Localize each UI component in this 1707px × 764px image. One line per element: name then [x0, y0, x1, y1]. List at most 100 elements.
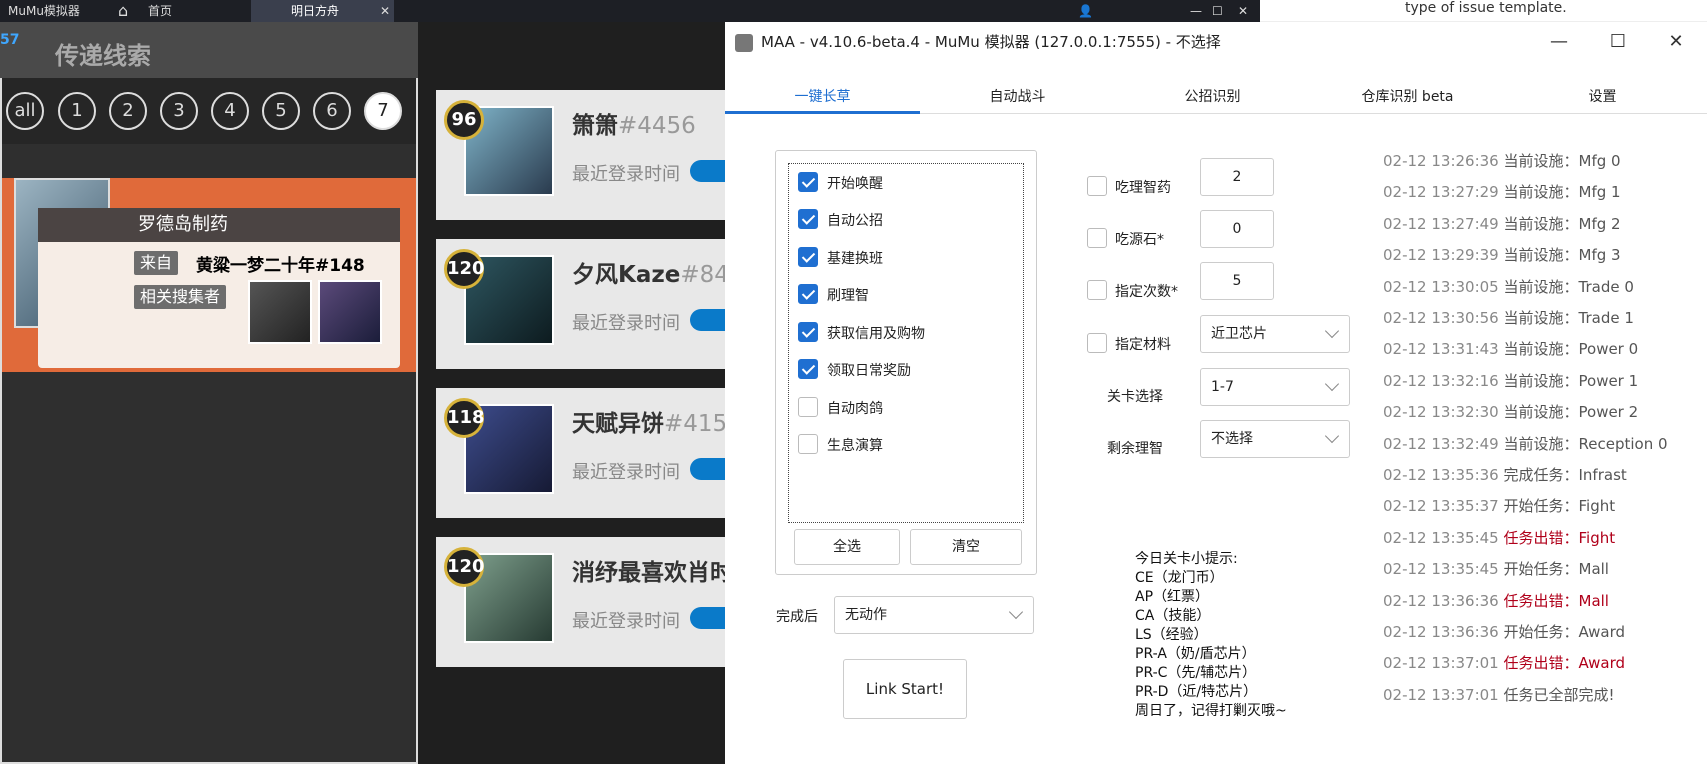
filter-4[interactable]: 4 — [211, 92, 249, 130]
visit-button[interactable] — [690, 160, 730, 182]
clue-title: 罗德岛制药 — [38, 208, 400, 242]
friend-card[interactable]: 120 消纾最喜欢肖时 最近登录时间 — [436, 537, 733, 667]
friend-name: 天赋异饼#4159 — [572, 411, 742, 437]
home-tab[interactable]: 首页 — [148, 0, 172, 22]
task-checkbox[interactable] — [798, 284, 818, 304]
level-badge: 120 — [444, 547, 485, 587]
material-checkbox[interactable] — [1087, 333, 1107, 353]
filter-2[interactable]: 2 — [109, 92, 147, 130]
visit-button[interactable] — [690, 309, 730, 331]
medicine-checkbox[interactable] — [1087, 176, 1107, 196]
tab-auto-battle[interactable]: 自动战斗 — [920, 80, 1115, 114]
remaining-sanity-label: 剩余理智 — [1107, 441, 1163, 457]
chevron-down-icon — [1008, 604, 1024, 620]
log-entry: 02-12 13:36:36 开始任务：Award — [1383, 621, 1625, 642]
after-completion-label: 完成后 — [776, 609, 818, 625]
last-login: 最近登录时间 — [572, 611, 680, 632]
browser-strip: type of issue template. — [1260, 0, 1707, 22]
minimize-icon[interactable]: — — [1190, 0, 1202, 22]
tab-depot[interactable]: 仓库识别 beta — [1310, 80, 1505, 114]
select-all-button[interactable]: 全选 — [794, 529, 900, 565]
filter-5[interactable]: 5 — [262, 92, 300, 130]
log-time: 02-12 13:32:16 — [1383, 371, 1504, 390]
log-entry: 02-12 13:31:43 当前设施：Power 0 — [1383, 338, 1638, 359]
log-message: 当前设施：Power 1 — [1503, 371, 1639, 390]
log-message: 任务出错：Award — [1503, 654, 1626, 673]
log-message: 当前设施：Power 2 — [1503, 403, 1639, 422]
task-checkbox[interactable] — [798, 209, 818, 229]
user-icon[interactable]: 👤 — [1078, 0, 1093, 22]
log-entry: 02-12 13:37:01 任务已全部完成! — [1383, 684, 1615, 705]
log-time: 02-12 13:29:39 — [1383, 246, 1504, 265]
remaining-sanity-select[interactable]: 不选择 — [1200, 420, 1350, 458]
filter-6[interactable]: 6 — [313, 92, 351, 130]
log-time: 02-12 13:30:05 — [1383, 277, 1504, 296]
times-input[interactable]: 5 — [1200, 262, 1274, 300]
log-entry: 02-12 13:30:56 当前设施：Trade 1 — [1383, 307, 1634, 328]
emulator-titlebar: MuMu模拟器 ⌂ 首页 明日方舟 ✕ 👤 — ☐ ✕ — [0, 0, 1260, 22]
log-message: 任务出错：Mall — [1503, 591, 1609, 610]
visit-button[interactable] — [690, 458, 730, 480]
page-title: 传递线索 — [55, 42, 151, 70]
log-message: 当前设施：Mfg 2 — [1503, 214, 1621, 233]
filter-all[interactable]: all — [6, 92, 44, 130]
tab-recruit[interactable]: 公招识别 — [1115, 80, 1310, 114]
log-entry: 02-12 13:32:49 当前设施：Reception 0 — [1383, 433, 1668, 454]
stage-select[interactable]: 1-7 — [1200, 368, 1350, 406]
log-entry: 02-12 13:35:45 任务出错：Fight — [1383, 527, 1615, 548]
maximize-icon[interactable]: ☐ — [1212, 0, 1223, 22]
task-checkbox[interactable] — [798, 397, 818, 417]
minimize-icon[interactable]: — — [1530, 22, 1588, 62]
log-entry: 02-12 13:37:01 任务出错：Award — [1383, 652, 1625, 673]
chevron-down-icon — [1324, 376, 1340, 392]
medicine-input[interactable]: 2 — [1200, 158, 1274, 196]
tip-line: PR-C（先/辅芯片） — [1135, 665, 1257, 681]
log-time: 02-12 13:37:01 — [1383, 685, 1504, 704]
task-checkbox[interactable] — [798, 247, 818, 267]
close-icon[interactable]: ✕ — [1238, 0, 1248, 22]
filter-3[interactable]: 3 — [160, 92, 198, 130]
maximize-icon[interactable]: ☐ — [1589, 22, 1647, 62]
stone-label: 吃源石* — [1115, 232, 1164, 248]
tab-farming[interactable]: 一键长草 — [725, 80, 920, 114]
log-message: 当前设施：Trade 1 — [1503, 309, 1634, 327]
material-select[interactable]: 近卫芯片 — [1200, 315, 1350, 353]
friend-card[interactable]: 118 天赋异饼#4159 最近登录时间 — [436, 388, 742, 518]
filter-1[interactable]: 1 — [58, 92, 96, 130]
task-list: 开始唤醒 自动公招 基建换班 刷理智 获取信用及购物 领取日常奖励 自动肉鸽 生… — [788, 163, 1024, 523]
collector-avatar[interactable] — [318, 280, 382, 344]
task-label: 刷理智 — [827, 288, 869, 304]
last-login: 最近登录时间 — [572, 313, 680, 334]
stone-checkbox[interactable] — [1087, 228, 1107, 248]
tab-settings[interactable]: 设置 — [1505, 80, 1700, 114]
stone-input[interactable]: 0 — [1200, 210, 1274, 248]
last-login: 最近登录时间 — [572, 462, 680, 483]
link-start-button[interactable]: Link Start! — [843, 659, 967, 719]
home-icon[interactable]: ⌂ — [118, 0, 128, 22]
task-checkbox[interactable] — [798, 172, 818, 192]
clear-button[interactable]: 清空 — [910, 529, 1022, 565]
clue-card[interactable]: 罗德岛制药 来自 黄粱一梦二十年#148 相关搜集者 — [2, 178, 416, 372]
tip-line: 周日了，记得打剿灭哦~ — [1135, 703, 1287, 719]
after-completion-select[interactable]: 无动作 — [834, 596, 1034, 634]
material-label: 指定材料 — [1115, 337, 1171, 353]
filter-7[interactable]: 7 — [364, 92, 402, 130]
log-entry: 02-12 13:32:30 当前设施：Power 2 — [1383, 401, 1638, 422]
clue-panel: 57 传递线索 all 1 2 3 4 5 6 7 罗德岛制药 来自 黄粱一梦二… — [0, 22, 418, 764]
log-message: 开始任务：Mall — [1503, 560, 1609, 579]
close-icon[interactable]: ✕ — [1647, 22, 1705, 62]
close-tab-icon[interactable]: ✕ — [380, 0, 390, 22]
log-message: 开始任务：Award — [1503, 623, 1626, 641]
task-checkbox[interactable] — [798, 434, 818, 454]
friend-card[interactable]: 96 箫箫#4456 最近登录时间 — [436, 90, 730, 220]
friend-card[interactable]: 120 夕风Kaze#844 最近登录时间 — [436, 239, 744, 369]
visit-button[interactable] — [690, 607, 730, 629]
log-time: 02-12 13:35:36 — [1383, 466, 1504, 484]
times-checkbox[interactable] — [1087, 280, 1107, 300]
game-tab[interactable]: 明日方舟 — [251, 0, 394, 22]
collector-avatar[interactable] — [248, 280, 312, 344]
log-time: 02-12 13:32:30 — [1383, 403, 1504, 422]
task-checkbox[interactable] — [798, 359, 818, 379]
level-badge: 118 — [444, 398, 485, 438]
task-checkbox[interactable] — [798, 322, 818, 342]
